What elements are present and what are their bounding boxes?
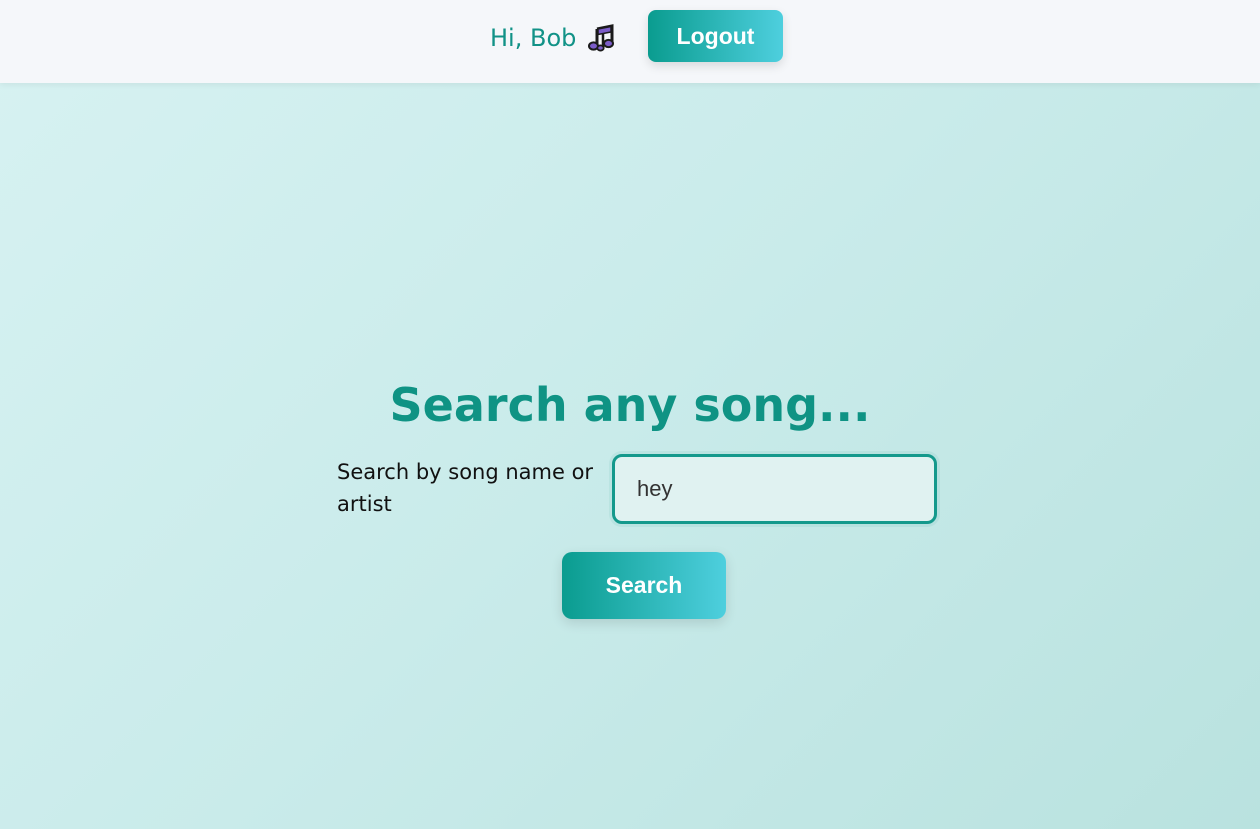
user-greeting: Hi, Bob bbox=[490, 22, 618, 54]
search-button[interactable]: Search bbox=[562, 552, 726, 619]
logout-button[interactable]: Logout bbox=[648, 10, 783, 62]
page-title: Search any song... bbox=[389, 378, 871, 432]
top-navbar: Hi, Bob Logout bbox=[0, 0, 1260, 83]
greeting-text: Hi, Bob bbox=[490, 24, 577, 52]
music-notes-icon bbox=[586, 22, 618, 54]
search-label: Search by song name or artist bbox=[337, 460, 594, 516]
search-input[interactable] bbox=[612, 454, 937, 524]
